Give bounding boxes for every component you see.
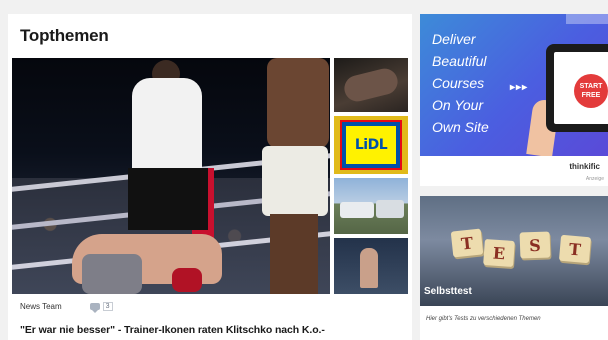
lidl-logo-inner: LiDL <box>346 126 396 164</box>
ad-line: Own Site <box>432 119 489 135</box>
glove-icon <box>341 65 401 105</box>
article-headline[interactable]: "Er war nie besser" - Trainer-Ikonen rat… <box>20 324 325 336</box>
boxing-glove <box>172 268 202 292</box>
start-free-button[interactable]: START FREE <box>574 74 608 108</box>
thumbnail-lidl[interactable]: LiDL <box>334 116 408 174</box>
ad-label: Anzeige <box>585 176 604 182</box>
letter-tile: E <box>483 238 515 268</box>
arrows-icon: ▸▸▸ <box>510 82 529 93</box>
tile-letter: S <box>528 235 542 255</box>
article-source: News Team <box>20 302 62 311</box>
letter-tile: T <box>450 228 484 258</box>
boxer-legs <box>270 214 318 294</box>
start-free-line: START <box>579 83 603 90</box>
tile-letter: T <box>568 239 582 259</box>
boxer-shorts <box>262 146 328 216</box>
section-title: Topthemen <box>20 26 109 45</box>
referee-shirt <box>132 78 202 178</box>
comment-icon <box>89 303 100 313</box>
ad-corner-label <box>566 14 608 24</box>
card-description: Hier gibt's Tests zu verschiedenen Theme… <box>426 316 541 322</box>
tile-letter: T <box>460 232 474 254</box>
lidl-logo-text: LiDL <box>354 137 388 153</box>
article-meta: News Team 3 <box>20 302 113 313</box>
thinkific-ad[interactable]: Deliver Beautiful Courses On Your Own Si… <box>420 14 608 186</box>
card-title[interactable]: Selbsttest <box>424 286 472 297</box>
scrabble-tiles-image[interactable]: T E S T Selbsttest <box>420 196 608 306</box>
ad-tagline: Deliver Beautiful Courses On Your Own Si… <box>432 28 489 138</box>
lidl-logo: LiDL <box>340 120 402 170</box>
caravan-icon <box>376 200 404 218</box>
referee-pants <box>128 168 208 230</box>
ad-brand[interactable]: thinkific <box>569 162 600 171</box>
person-figure <box>360 248 378 288</box>
tablet-screen: START FREE <box>554 52 608 124</box>
comment-link[interactable]: 3 <box>89 302 113 313</box>
ad-line: Deliver <box>432 31 476 47</box>
ad-line: On Your <box>432 97 484 113</box>
ad-banner[interactable]: Deliver Beautiful Courses On Your Own Si… <box>420 14 608 156</box>
tablet-image: START FREE <box>546 44 608 132</box>
selbsttest-card[interactable]: T E S T Selbsttest Hier gibt's Tests zu … <box>420 196 608 340</box>
thumbnail-person[interactable] <box>334 238 408 294</box>
comment-count: 3 <box>102 302 113 311</box>
start-free-line: FREE <box>581 92 601 99</box>
ad-line: Beautiful <box>432 53 487 69</box>
letter-tile: S <box>519 231 551 259</box>
tile-letter: E <box>492 243 506 263</box>
standing-boxer <box>267 58 329 148</box>
ad-line: Courses <box>432 75 485 91</box>
letter-tile: T <box>558 234 592 264</box>
hero-image[interactable] <box>12 58 330 294</box>
topthemen-panel: Topthemen LiDL News Team 3 "Er war nie b… <box>8 14 412 340</box>
thumbnail-caravans[interactable] <box>334 178 408 234</box>
thumbnail-boxing-glove[interactable] <box>334 58 408 112</box>
caravan-icon <box>340 202 374 218</box>
fallen-boxer-shorts <box>82 254 142 294</box>
